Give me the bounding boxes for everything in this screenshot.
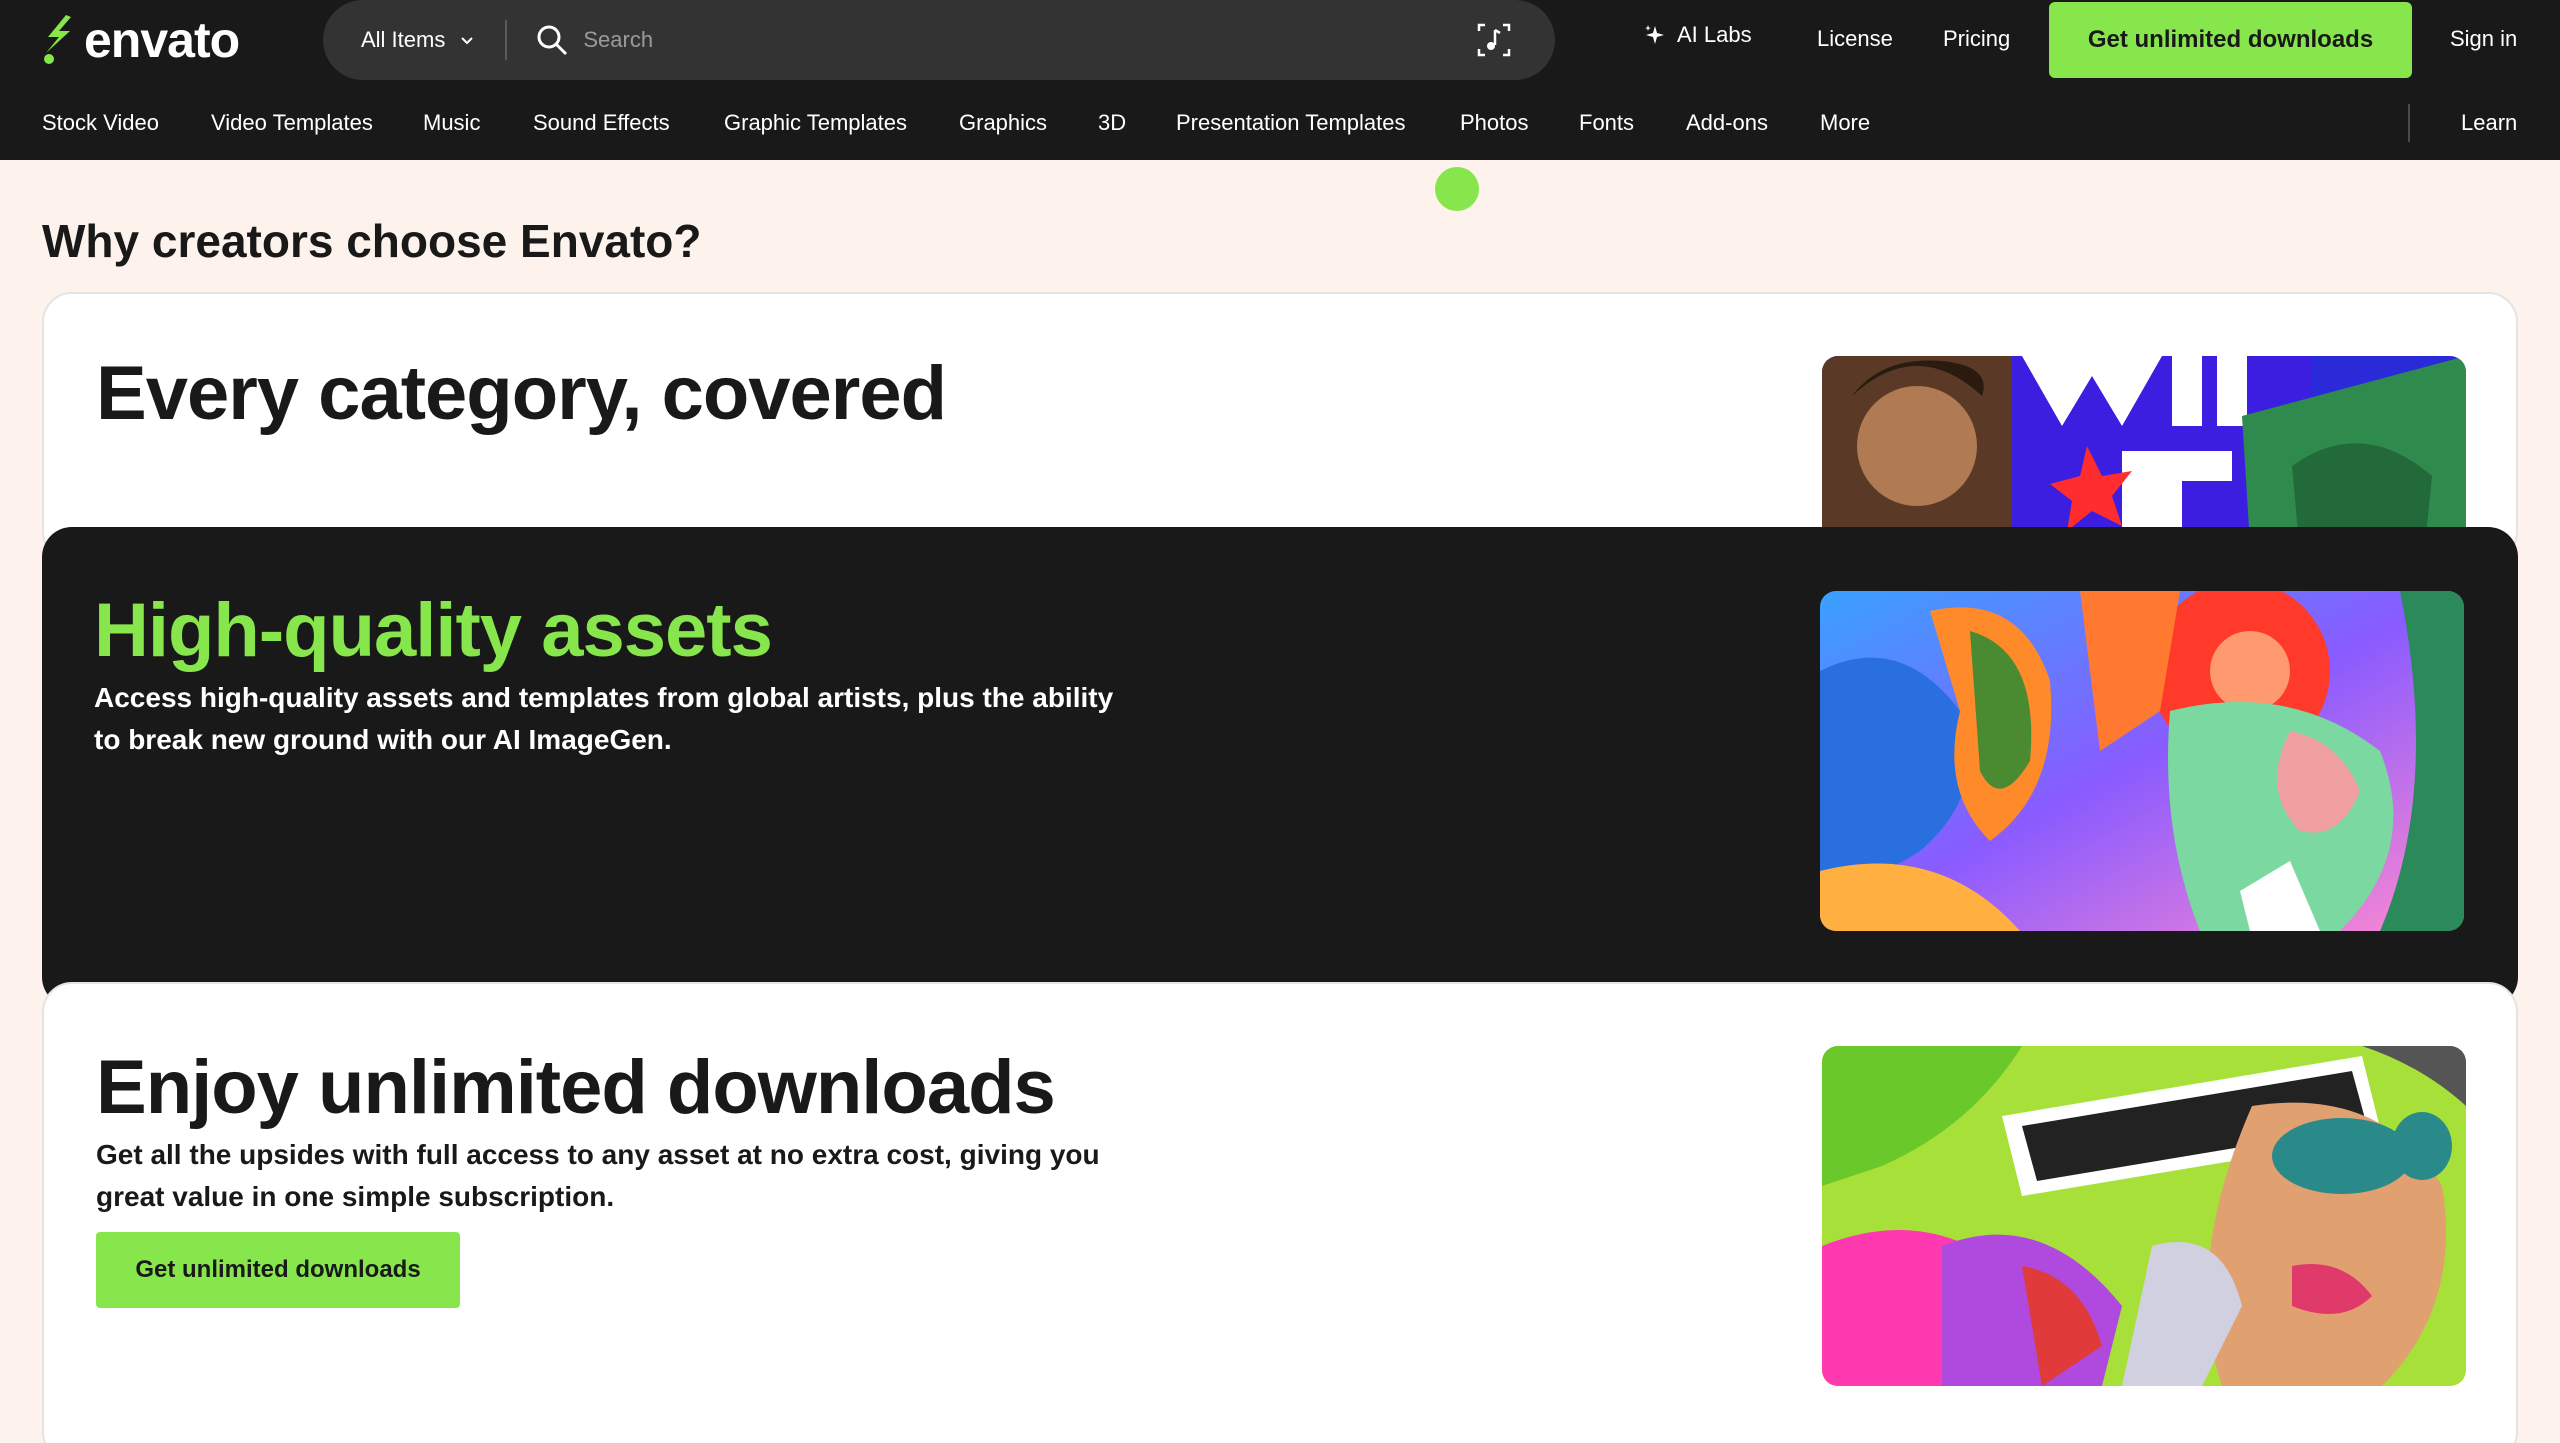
- get-unlimited-downloads-button[interactable]: Get unlimited downloads: [2049, 2, 2412, 78]
- category-fonts[interactable]: Fonts: [1579, 110, 1634, 136]
- nav-divider: [2408, 104, 2410, 142]
- card-heading: Enjoy unlimited downloads: [96, 1045, 1056, 1130]
- category-music[interactable]: Music: [423, 110, 480, 136]
- top-navigation-bar: envato All Items AI Labs License Pricing…: [0, 0, 2560, 160]
- search-scope-dropdown[interactable]: All Items: [323, 20, 508, 60]
- audio-search-icon[interactable]: [1475, 21, 1513, 59]
- category-sound-effects[interactable]: Sound Effects: [533, 110, 670, 136]
- category-graphics[interactable]: Graphics: [959, 110, 1047, 136]
- category-3d[interactable]: 3D: [1098, 110, 1126, 136]
- category-presentation-templates[interactable]: Presentation Templates: [1176, 110, 1406, 136]
- pricing-link[interactable]: Pricing: [1943, 26, 2010, 52]
- high-quality-assets-image: [1820, 591, 2464, 931]
- section-title: Why creators choose Envato?: [42, 215, 702, 267]
- feature-card-unlimited-downloads: Enjoy unlimited downloads Get all the up…: [42, 982, 2518, 1443]
- sign-in-link[interactable]: Sign in: [2450, 26, 2517, 52]
- learn-link[interactable]: Learn: [2461, 110, 2517, 136]
- category-more[interactable]: More: [1820, 110, 1870, 136]
- license-link[interactable]: License: [1817, 26, 1893, 52]
- category-stock-video[interactable]: Stock Video: [42, 110, 159, 136]
- card-heading: Every category, covered: [96, 351, 947, 436]
- logo-wordmark: envato: [84, 12, 240, 68]
- feature-card-high-quality-assets: High-quality assets Access high-quality …: [42, 527, 2518, 1007]
- card-description: Get all the upsides with full access to …: [96, 1139, 1100, 1212]
- search-scope-label: All Items: [361, 27, 446, 52]
- category-add-ons[interactable]: Add-ons: [1686, 110, 1768, 136]
- chevron-down-icon: [461, 37, 474, 45]
- category-navigation: Stock Video Video Templates Music Sound …: [0, 100, 2560, 146]
- search-icon: [537, 25, 568, 56]
- card-heading: High-quality assets: [94, 588, 773, 673]
- card-description: Access high-quality assets and templates…: [94, 682, 1114, 755]
- unlimited-downloads-image: [1822, 1046, 2466, 1386]
- sparkle-icon: [1645, 25, 1664, 44]
- category-graphic-templates[interactable]: Graphic Templates: [724, 110, 907, 136]
- cursor-indicator: [1435, 167, 1479, 211]
- get-unlimited-downloads-card-button[interactable]: Get unlimited downloads: [96, 1232, 460, 1308]
- search-input[interactable]: [583, 10, 1475, 70]
- category-photos[interactable]: Photos: [1460, 110, 1529, 136]
- envato-logo[interactable]: envato: [40, 10, 240, 70]
- search-bar: All Items: [323, 0, 1555, 80]
- feature-card-every-category: Every category, covered: [42, 292, 2518, 562]
- ai-labs-label: AI Labs: [1677, 22, 1752, 47]
- envato-leaf-logo-icon: [44, 15, 71, 64]
- ai-labs-link[interactable]: AI Labs: [1643, 22, 1752, 48]
- category-video-templates[interactable]: Video Templates: [211, 110, 373, 136]
